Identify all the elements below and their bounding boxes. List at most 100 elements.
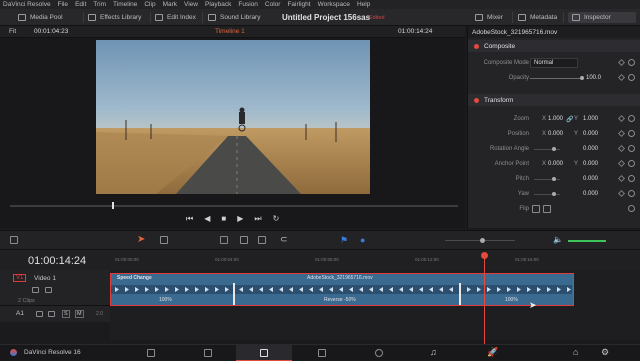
- zoom-fit-dropdown[interactable]: Fit: [9, 28, 16, 35]
- toggle-icon[interactable]: [474, 43, 479, 49]
- play-reverse-icon[interactable]: ◀: [204, 214, 210, 224]
- media-pool-icon: [18, 14, 26, 21]
- menu-file[interactable]: File: [58, 1, 68, 8]
- pointer-tool-icon[interactable]: ➤: [137, 234, 145, 245]
- speed-point-2[interactable]: [459, 283, 461, 305]
- link-icon[interactable]: 🔗: [566, 116, 573, 123]
- loop-icon[interactable]: ↻: [273, 214, 280, 224]
- menu-color[interactable]: Color: [265, 1, 281, 8]
- scrubber-playhead[interactable]: [112, 202, 114, 209]
- composite-mode-dropdown[interactable]: Normal: [530, 58, 578, 68]
- menu-playback[interactable]: Playback: [205, 1, 231, 8]
- sound-library-button[interactable]: Sound Library: [208, 12, 260, 23]
- deliver-page-icon[interactable]: 🚀: [487, 347, 498, 358]
- menu-view[interactable]: View: [184, 1, 198, 8]
- cut-page-icon[interactable]: [204, 349, 212, 357]
- source-timecode: 00:01:04:23: [34, 28, 69, 35]
- viewer-scrubber[interactable]: [10, 205, 458, 207]
- edit-index-button[interactable]: Edit Index: [155, 12, 196, 23]
- snap-icon[interactable]: ⊂: [280, 234, 288, 245]
- timeline-ruler[interactable]: 01:00:00:00 01:00:04:00 01:00:08:00 01:0…: [110, 250, 640, 270]
- clip-name: AdobeStock_321965716.mov: [307, 275, 373, 281]
- flag-icon[interactable]: ⚑: [340, 235, 348, 246]
- video-track-header: V1 Video 1 2 Clips: [0, 270, 110, 306]
- opacity-knob[interactable]: [580, 76, 584, 80]
- metadata-button[interactable]: Metadata: [518, 12, 557, 23]
- track-id-v1[interactable]: V1: [13, 274, 27, 282]
- speed-ramp-track[interactable]: [111, 285, 572, 294]
- menu-mark[interactable]: Mark: [163, 1, 177, 8]
- mixer-button[interactable]: Mixer: [475, 12, 503, 23]
- auto-select-icon[interactable]: [48, 311, 55, 317]
- toggle-icon[interactable]: [474, 97, 479, 103]
- media-page-icon[interactable]: [147, 349, 155, 357]
- speed-label-3[interactable]: 100%: [505, 297, 518, 303]
- menu-workspace[interactable]: Workspace: [318, 1, 350, 8]
- flip-vertical-icon[interactable]: [543, 205, 551, 213]
- menu-fairlight[interactable]: Fairlight: [287, 1, 310, 8]
- insert-icon[interactable]: [220, 236, 228, 244]
- zoom-x-value[interactable]: 1.000: [548, 116, 563, 122]
- edit-page-tab[interactable]: [236, 345, 292, 361]
- play-icon[interactable]: ▶: [237, 214, 243, 224]
- fairlight-page-icon[interactable]: ♫: [430, 347, 437, 357]
- rotation-slider[interactable]: [534, 149, 560, 150]
- color-page-icon[interactable]: [375, 349, 383, 357]
- fusion-page-icon[interactable]: [318, 349, 326, 357]
- reset-icon[interactable]: [628, 59, 635, 66]
- media-pool-button[interactable]: Media Pool: [18, 12, 63, 23]
- menu-timeline[interactable]: Timeline: [113, 1, 137, 8]
- zoom-y-value[interactable]: 1.000: [583, 116, 598, 122]
- opacity-value[interactable]: 100.0: [586, 75, 601, 81]
- rotation-value[interactable]: 0.000: [583, 146, 598, 152]
- auto-select-icon[interactable]: [45, 287, 52, 293]
- keyframe-icon[interactable]: [617, 58, 626, 67]
- lock-icon[interactable]: [36, 311, 43, 317]
- track-id-a1[interactable]: A1: [16, 310, 24, 317]
- speed-label-2[interactable]: Reverse -50%: [324, 297, 356, 303]
- speed-point-1[interactable]: [233, 283, 235, 305]
- lock-icon[interactable]: [32, 287, 39, 293]
- stop-icon[interactable]: ■: [221, 214, 226, 224]
- composite-section-header[interactable]: Composite: [468, 40, 640, 52]
- position-y-value[interactable]: 0.000: [583, 131, 598, 137]
- menu-edit[interactable]: Edit: [75, 1, 86, 8]
- layout-icon[interactable]: [10, 236, 18, 244]
- speaker-icon[interactable]: 🔈: [553, 235, 563, 244]
- menu-clip[interactable]: Clip: [144, 1, 155, 8]
- timeline-name-dropdown[interactable]: Timeline 1: [215, 28, 245, 35]
- home-icon[interactable]: ⌂: [573, 347, 578, 357]
- flip-horizontal-icon[interactable]: [532, 205, 540, 213]
- transform-section-header[interactable]: Transform: [468, 94, 640, 106]
- speed-label-1[interactable]: 100%: [159, 297, 172, 303]
- edited-badge: Edited: [369, 15, 385, 21]
- anchor-y-value[interactable]: 0.000: [583, 161, 598, 167]
- overwrite-icon[interactable]: [240, 236, 248, 244]
- marker-icon[interactable]: ●: [360, 235, 365, 245]
- solo-button[interactable]: S: [62, 310, 70, 318]
- trim-tool-icon[interactable]: [160, 236, 168, 244]
- menu-fusion[interactable]: Fusion: [238, 1, 258, 8]
- menu-trim[interactable]: Trim: [93, 1, 106, 8]
- position-x-value[interactable]: 0.000: [548, 131, 563, 137]
- inspector-button[interactable]: Inspector: [568, 12, 636, 23]
- settings-gear-icon[interactable]: ⚙: [601, 347, 609, 358]
- volume-slider[interactable]: [568, 240, 606, 242]
- skip-forward-icon[interactable]: ⏭: [254, 214, 261, 224]
- skip-back-icon[interactable]: ⏮: [186, 214, 193, 224]
- video-clip[interactable]: Speed Change AdobeStock_321965716.mov 10…: [110, 273, 574, 306]
- menu-help[interactable]: Help: [357, 1, 370, 8]
- menu-bar: DaVinci Resolve File Edit Trim Timeline …: [0, 0, 640, 9]
- inspector-clip-name: AdobeStock_321965716.mov: [468, 26, 640, 38]
- effects-library-button[interactable]: Effects Library: [88, 12, 141, 23]
- yaw-value[interactable]: 0.000: [583, 191, 598, 197]
- mute-button[interactable]: M: [75, 310, 84, 318]
- anchor-x-value[interactable]: 0.000: [548, 161, 563, 167]
- opacity-slider[interactable]: [530, 78, 582, 79]
- pitch-value[interactable]: 0.000: [583, 176, 598, 182]
- speed-change-label: Speed Change: [117, 275, 152, 281]
- zoom-knob[interactable]: [480, 238, 485, 243]
- menu-davinci[interactable]: DaVinci Resolve: [3, 1, 51, 8]
- project-title: Untitled Project 156sas: [282, 13, 371, 22]
- replace-icon[interactable]: [258, 236, 266, 244]
